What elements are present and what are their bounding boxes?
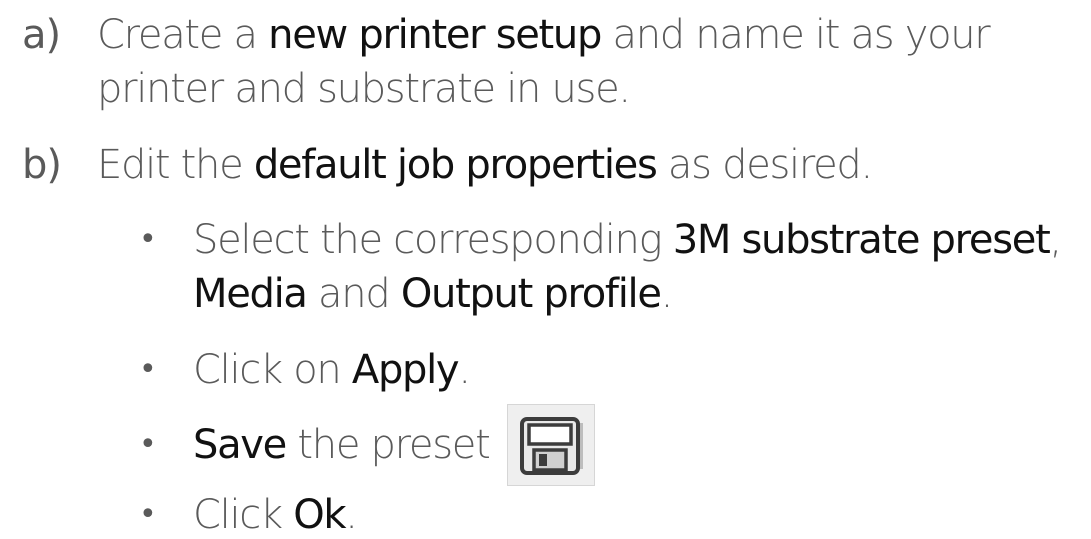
ok-term: Ok (293, 492, 346, 538)
bullet-1-line-1: Select the corresponding 3M substrate pr… (193, 217, 1062, 263)
substrate-preset-term: 3M substrate preset (672, 217, 1051, 263)
output-profile-term: Output profile (400, 271, 662, 317)
step-b-line-1: Edit the default job properties as desir… (97, 142, 873, 188)
step-b-marker: b) (22, 142, 62, 188)
bullet-1-glyph: • (139, 222, 157, 257)
bullet-3-line: Save the preset (193, 422, 491, 468)
apply-term: Apply (351, 347, 460, 393)
media-term: Media (193, 271, 308, 317)
new-printer-setup-term: new printer setup (268, 12, 602, 58)
default-job-properties-term: default job properties (253, 142, 658, 188)
step-a-marker: a) (22, 12, 61, 58)
bullet-1-line-2: Media and Output profile. (193, 271, 673, 317)
floppy-disk-icon (507, 404, 595, 486)
save-term: Save (193, 422, 287, 468)
instructions-page: a) Create a new printer setup and name i… (0, 0, 1091, 538)
step-a-line-1: Create a new printer setup and name it a… (97, 12, 991, 58)
bullet-4-line: Click Ok. (193, 492, 358, 538)
bullet-3-glyph: • (139, 427, 157, 462)
bullet-4-glyph: • (139, 497, 157, 532)
step-a-line-2: printer and substrate in use. (97, 66, 631, 112)
bullet-2-line: Click on Apply. (193, 347, 471, 393)
bullet-2-glyph: • (139, 352, 157, 387)
